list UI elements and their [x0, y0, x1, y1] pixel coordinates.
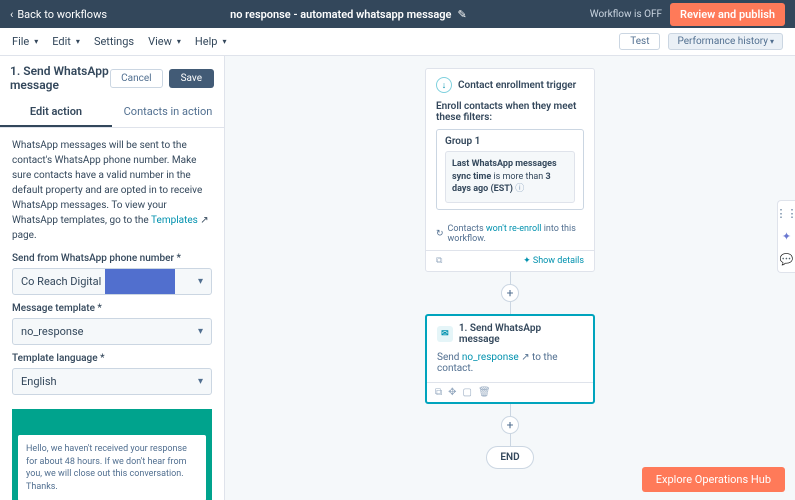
language-select[interactable]: English ▾ — [12, 368, 212, 395]
back-label: Back to workflows — [17, 8, 107, 21]
language-label: Template language * — [12, 353, 212, 364]
move-icon[interactable]: ✥ — [448, 387, 456, 398]
edit-panel: 1. Send WhatsApp message Cancel Save Edi… — [0, 56, 225, 500]
reenroll-icon: ↻ — [436, 229, 444, 239]
menu-help[interactable]: Help — [195, 35, 227, 48]
filter-condition: Last WhatsApp messages sync time is more… — [445, 151, 575, 203]
panel-tabs: Edit action Contacts in action — [0, 98, 224, 128]
chevron-down-icon: ▾ — [198, 276, 203, 287]
send-whatsapp-action-node[interactable]: ✉ 1. Send WhatsApp message Send no_respo… — [425, 314, 595, 404]
grid-icon[interactable]: ⋮⋮ — [776, 207, 795, 220]
cancel-button[interactable]: Cancel — [110, 69, 162, 88]
action-description: Send no_response ↗ to the contact. — [427, 352, 593, 382]
top-bar: ‹ Back to workflows no response - automa… — [0, 0, 795, 28]
template-link[interactable]: no_response — [462, 352, 519, 363]
review-publish-button[interactable]: Review and publish — [670, 3, 785, 26]
panel-title: 1. Send WhatsApp message — [10, 64, 110, 92]
workflow-status: Workflow is OFF — [590, 9, 662, 20]
chevron-down-icon: ▾ — [198, 376, 203, 387]
reenroll-text: ↻ Contacts won't re-enroll into this wor… — [426, 218, 594, 250]
edit-title-icon[interactable]: ✎ — [457, 8, 466, 21]
menu-file[interactable]: File — [12, 35, 38, 48]
test-button[interactable]: Test — [619, 33, 660, 50]
sparkle-icon[interactable]: ✦ — [782, 230, 791, 243]
workflow-canvas[interactable]: ↓ Contact enrollment trigger Enroll cont… — [225, 56, 795, 500]
message-icon: ✉ — [437, 326, 453, 342]
copy-icon[interactable]: ⧉ — [436, 256, 442, 266]
info-icon[interactable]: ⓘ — [515, 184, 524, 194]
template-label: Message template * — [12, 303, 212, 314]
save-button[interactable]: Save — [169, 69, 214, 88]
templates-link[interactable]: Templates — [151, 215, 198, 226]
delete-icon[interactable]: 🗑 — [478, 387, 491, 398]
selection-highlight — [105, 269, 175, 294]
message-preview: Hello, we haven't received your response… — [12, 409, 212, 500]
performance-history-button[interactable]: Performance history — [668, 33, 783, 50]
menu-settings[interactable]: Settings — [94, 35, 134, 48]
trigger-title: Contact enrollment trigger — [458, 80, 576, 91]
action-toolbar: ⧉ ✥ ▢ 🗑 — [427, 382, 593, 402]
reenroll-link[interactable]: won't re-enroll — [486, 224, 542, 234]
trigger-subtitle: Enroll contacts when they meet these fil… — [436, 101, 584, 123]
menu-view[interactable]: View — [148, 35, 181, 48]
phone-number-value: Co Reach Digital — [21, 275, 101, 288]
copy-icon[interactable]: ⧉ — [435, 387, 442, 398]
chevron-left-icon: ‹ — [10, 8, 13, 21]
filter-group[interactable]: Group 1 Last WhatsApp messages sync time… — [436, 129, 584, 210]
menu-bar: File Edit Settings View Help Test Perfor… — [0, 28, 795, 56]
add-step-button[interactable]: + — [501, 416, 519, 434]
preview-message-text: Hello, we haven't received your response… — [18, 435, 206, 500]
explore-operations-hub-button[interactable]: Explore Operations Hub — [642, 467, 785, 492]
chat-icon[interactable]: 💬 — [780, 253, 794, 266]
enrollment-icon: ↓ — [436, 77, 452, 93]
language-value: English — [21, 375, 57, 388]
end-node: END — [486, 446, 534, 469]
workflow-title-area: no response - automated whatsapp message… — [107, 8, 590, 21]
chevron-down-icon: ▾ — [198, 326, 203, 337]
action-title: 1. Send WhatsApp message — [459, 323, 583, 345]
show-details-link[interactable]: ✦ Show details — [523, 256, 584, 266]
phone-number-label: Send from WhatsApp phone number * — [12, 253, 212, 264]
back-to-workflows-link[interactable]: ‹ Back to workflows — [10, 8, 107, 21]
external-link-icon: ↗ — [521, 352, 529, 363]
menu-edit[interactable]: Edit — [52, 35, 80, 48]
side-rail: ⋮⋮ ✦ 💬 — [777, 200, 795, 273]
tab-contacts-in-action[interactable]: Contacts in action — [112, 98, 224, 127]
help-text: WhatsApp messages will be sent to the co… — [12, 138, 212, 243]
add-step-button[interactable]: + — [501, 284, 519, 302]
external-link-icon: ↗ — [200, 215, 208, 226]
phone-number-select[interactable]: Co Reach Digital ▾ — [12, 268, 212, 295]
tab-edit-action[interactable]: Edit action — [0, 98, 112, 127]
group-title: Group 1 — [445, 136, 575, 147]
template-select[interactable]: no_response ▾ — [12, 318, 212, 345]
workflow-title: no response - automated whatsapp message — [230, 8, 451, 21]
enrollment-trigger-node[interactable]: ↓ Contact enrollment trigger Enroll cont… — [425, 68, 595, 272]
template-value: no_response — [21, 325, 83, 338]
note-icon[interactable]: ▢ — [463, 387, 472, 398]
